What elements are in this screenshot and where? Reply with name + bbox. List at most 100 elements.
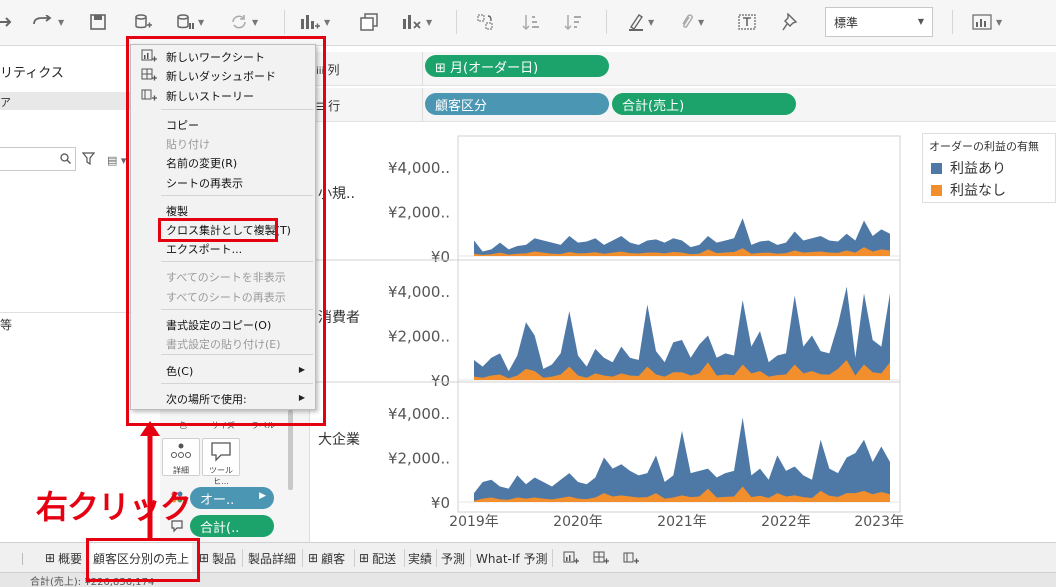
tab-separator [22,553,23,565]
tab-product-detail[interactable]: 製品詳細 [245,543,299,573]
area-chart[interactable]: 小規..¥4,000..¥2,000..¥0消費者¥4,000..¥2,000.… [310,126,910,542]
y-tick-label: ¥0 [431,372,450,390]
legend-item-profit[interactable]: 利益あり [931,158,1006,178]
swap-icon[interactable]: ▼ [32,10,64,34]
chevron-down-icon: ▼ [917,17,924,26]
show-labels-icon[interactable] [738,10,756,34]
marks-tooltip-pill-label: 合計(.. [200,521,240,536]
y-tick-label: ¥0 [431,494,450,512]
rows-label-text: 行 [328,99,341,113]
filter-icon[interactable] [81,152,96,168]
tab-performance[interactable]: 実績 [405,543,435,573]
pin-icon[interactable] [782,10,798,34]
rows-pill-sales-label: 合計(売上) [622,99,685,114]
tab-shipping[interactable]: ⊞ 配送 [356,543,399,573]
fit-select[interactable]: 標準 ▼ [825,7,933,37]
area-series-profit[interactable] [474,417,890,502]
duplicate-as-crosstab-highlight [158,218,278,242]
y-tick-label: ¥4,000.. [388,159,450,177]
columns-pill-label: ⊞ 月(オーダー日) [435,61,539,76]
tab-separator [436,549,437,567]
marks-tooltip-pill[interactable]: 合計(.. [190,515,274,537]
tooltip-button[interactable]: ツールヒ... [202,438,240,486]
tab-products[interactable]: ⊞ 製品 [196,543,239,573]
x-tick-label: 2019年 [449,514,499,530]
analytics-tab[interactable]: リティクス [0,62,64,81]
tab-label: 顧客 [321,551,346,566]
legend-item-loss[interactable]: 利益なし [931,180,1006,200]
new-story-tab-icon[interactable] [620,543,642,573]
y-tick-label: ¥2,000.. [388,328,450,346]
tab-separator [302,549,303,567]
tab-label: What-If 予測 [476,551,548,566]
legend-swatch [931,162,942,174]
area-series-profit[interactable] [474,286,890,380]
new-dashboard-tab-icon[interactable] [590,543,612,573]
shelf-divider [422,88,423,122]
tab-what-if-forecast[interactable]: What-If 予測 [473,543,550,573]
y-tick-label: ¥0 [431,248,450,266]
tab-customers[interactable]: ⊞ 顧客 [305,543,348,573]
x-tick-label: 2023年 [854,514,904,530]
x-tick-label: 2021年 [657,514,707,530]
columns-pill-month[interactable]: ⊞ 月(オーダー日) [425,55,609,77]
y-tick-label: ¥4,000.. [388,283,450,301]
toolbar-separator [952,10,953,34]
swap-rows-columns-icon[interactable] [476,10,494,34]
save-icon[interactable] [90,10,106,34]
legend-swatch [931,184,942,196]
show-me-icon[interactable]: ▼ [972,10,1002,34]
new-worksheet-tab-icon[interactable] [560,543,582,573]
marks-color-pill-label: オー.. [200,493,235,508]
tab-forecast[interactable]: 予測 [438,543,468,573]
tab-separator [354,549,355,567]
y-tick-label: ¥2,000.. [388,450,450,468]
columns-shelf[interactable]: iii 列 [310,52,1056,86]
rows-pill-segment[interactable]: 顧客区分 [425,93,609,115]
detail-button[interactable]: 詳細 [162,438,200,476]
tab-separator [552,549,553,567]
grid-icon: ⊞ [45,551,56,565]
group-paperclip-icon[interactable]: ▼ [680,10,704,34]
color-legend[interactable]: オーダーの利益の有無 利益あり 利益なし [922,133,1056,203]
tab-label: 製品 [212,551,237,566]
shelf-divider [422,52,423,86]
legend-title: オーダーの利益の有無 [929,140,1039,153]
new-datasource-icon[interactable] [134,10,152,34]
tab-label: 概要 [58,551,83,566]
pane-label: 大企業 [318,431,360,448]
search-icon[interactable] [60,153,71,167]
clear-sheet-icon[interactable]: ▼ [402,10,432,34]
legend-item-label: 利益あり [950,161,1006,177]
tab-label: 配送 [372,551,397,566]
view-list-icon[interactable]: ▤ ▾ [107,154,126,167]
tableau-window: ▼ ▼ ▼ ▼ ▼ ▼ ▼ 標準 ▼ ▼ リティクス ア ▤ ▾ 等 色 サイズ… [0,0,1056,587]
tab-separator [470,549,471,567]
new-worksheet-toolbar-icon[interactable]: ▼ [300,10,330,34]
tab-label: 予測 [441,551,466,566]
sort-ascending-icon[interactable] [522,10,540,34]
legend-item-label: 利益なし [950,183,1006,199]
redo-arrow-icon[interactable] [0,10,14,34]
duplicate-sheet-icon[interactable] [360,10,378,34]
active-tab-highlight [86,538,200,582]
refresh-icon[interactable]: ▼ [230,10,258,34]
tab-overview[interactable]: ⊞ 概要 [42,543,85,573]
area-series-profit[interactable] [474,218,890,256]
marks-color-pill[interactable]: オー.. ▶ [190,487,274,509]
toolbar-separator [284,10,285,34]
x-tick-label: 2020年 [553,514,603,530]
highlight-pen-icon[interactable]: ▼ [628,10,654,34]
toolbar-separator [456,10,457,34]
sort-descending-icon[interactable] [564,10,582,34]
fit-select-value: 標準 [834,16,859,30]
pause-datasource-icon[interactable]: ▼ [176,10,204,34]
pill-dropdown-icon[interactable]: ▶ [259,491,266,501]
rows-pill-segment-label: 顧客区分 [435,99,488,114]
tab-label: 実績 [408,551,433,566]
grid-icon: ⊞ [359,551,370,565]
rows-pill-sales[interactable]: 合計(売上) [612,93,796,115]
grid-icon: ⊞ [308,551,319,565]
y-tick-label: ¥2,000.. [388,204,450,222]
grid-icon: ⊞ [199,551,210,565]
